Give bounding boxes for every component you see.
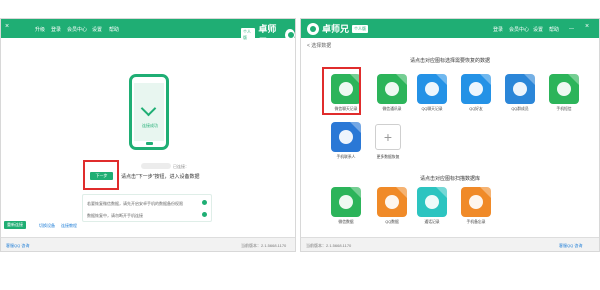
recommend-corner-icon — [396, 187, 407, 198]
tile-label: QQ群成员 — [511, 107, 529, 111]
recommend-corner-icon — [524, 74, 535, 85]
phone-icon — [425, 195, 439, 209]
left-window: × 升级 登录 会员中心 设置 帮助 个人版 卓师兄 连接成功 已连接： 下一步… — [0, 18, 296, 252]
tile-label: QQ好友 — [469, 107, 483, 111]
call-log-tile[interactable] — [417, 187, 447, 217]
recommend-corner-icon — [350, 187, 361, 198]
tile-label: 手机备忘录 — [466, 220, 486, 224]
tip-item: 若要恢复微信数据，请先开启安卓手机的数据备份权限 — [87, 201, 183, 206]
logo-icon — [284, 29, 295, 41]
left-titlebar: × 升级 登录 会员中心 设置 帮助 个人版 卓师兄 — [1, 19, 295, 47]
support-link[interactable]: 客服QQ 咨询 — [6, 243, 29, 249]
tutorial-link[interactable]: 连接教程 — [61, 223, 77, 229]
info-icon — [202, 212, 207, 217]
logo-text: 卓师兄 — [258, 24, 277, 47]
tile-label: QQ数据 — [385, 220, 399, 224]
right-statusbar: 当前版本：2.1.5668.1170 客服QQ 咨询 — [301, 237, 599, 251]
phone-illustration: 连接成功 — [129, 74, 169, 150]
menu-login[interactable]: 登录 — [51, 26, 61, 33]
version-text: 当前版本：2.1.5668.1170 — [241, 243, 287, 248]
next-button[interactable]: 下一步 — [90, 172, 113, 180]
menu-settings[interactable]: 设置 — [533, 26, 543, 33]
device-name-pill — [141, 163, 171, 169]
phone-home-button — [146, 142, 153, 145]
menu-vip[interactable]: 会员中心 — [67, 26, 87, 33]
check-icon — [140, 100, 157, 117]
app-logo: 个人版 卓师兄 — [241, 22, 295, 48]
section-title: 请点击对应图标选择需要恢复的数据 — [409, 58, 490, 64]
wechat-data-tile[interactable] — [331, 187, 361, 217]
back-breadcrumb[interactable]: < 选择数据 — [307, 42, 331, 49]
recommend-corner-icon — [480, 187, 491, 198]
menu-help[interactable]: 帮助 — [549, 26, 559, 33]
highlight-wechat-chat — [322, 67, 361, 115]
edition-badge: 个人版 — [352, 24, 369, 33]
recommend-corner-icon — [396, 74, 407, 85]
recommend-corner-icon — [568, 74, 579, 85]
qq-icon — [425, 82, 439, 96]
group-icon — [513, 82, 527, 96]
qq-friends-tile[interactable] — [461, 74, 491, 104]
chat-bubble-icon — [385, 195, 399, 209]
tile-label: QQ聊天记录 — [421, 107, 443, 111]
recommend-corner-icon — [480, 74, 491, 85]
recommend-corner-icon — [436, 187, 447, 198]
qq-group-tile[interactable] — [505, 74, 535, 104]
recommend-corner-icon — [436, 74, 447, 85]
section-title: 请点击对应图标扫描数据库 — [419, 176, 480, 182]
menu-help[interactable]: 帮助 — [109, 26, 119, 33]
qq-icon — [469, 82, 483, 96]
phone-screen: 连接成功 — [134, 83, 164, 141]
left-statusbar: 客服QQ 咨询 当前版本：2.1.5668.1170 — [1, 237, 295, 251]
sms-tile[interactable] — [549, 74, 579, 104]
recommend-corner-icon — [350, 122, 361, 133]
edition-badge: 个人版 — [241, 28, 256, 42]
qq-chat-tile[interactable] — [417, 74, 447, 104]
qq-data-tile[interactable] — [377, 187, 407, 217]
logo-text: 卓师兄 — [322, 24, 350, 34]
wechat-contacts-tile[interactable] — [377, 74, 407, 104]
tile-label: 微信数据 — [338, 220, 354, 224]
close-icon[interactable]: × — [585, 23, 589, 30]
version-text: 当前版本：2.1.5668.1170 — [306, 243, 352, 248]
message-icon — [557, 82, 571, 96]
support-link[interactable]: 客服QQ 咨询 — [559, 243, 582, 249]
tips-box: 若要恢复微信数据，请先开启安卓手机的数据备份权限 数据恢复中，请勿断开手机连接 — [82, 194, 212, 222]
close-icon[interactable]: × — [5, 23, 9, 30]
minimize-icon[interactable]: — — [569, 26, 574, 32]
menu-vip[interactable]: 会员中心 — [509, 26, 529, 33]
tile-label: 微信通讯录 — [382, 107, 402, 111]
logo-icon — [307, 22, 319, 35]
highlight-next: 下一步 — [83, 160, 119, 190]
wechat-icon — [385, 82, 399, 96]
menu-login[interactable]: 登录 — [493, 26, 503, 33]
reconnect-button[interactable]: 重新连接 — [4, 221, 26, 229]
step-instruction: 请点击"下一步"按钮，进入设备数据 — [121, 174, 200, 180]
menu-upgrade[interactable]: 升级 — [35, 26, 45, 33]
add-data-button[interactable]: + — [375, 124, 401, 150]
switch-device-link[interactable]: 切换设备 — [39, 223, 55, 229]
contacts-tile[interactable] — [331, 122, 361, 152]
connected-label: 已连接： — [173, 164, 189, 169]
right-titlebar: 卓师兄 个人版 登录 会员中心 设置 帮助 — × — [301, 19, 599, 38]
right-window: 卓师兄 个人版 登录 会员中心 设置 帮助 — × < 选择数据 请点击对应图标… — [300, 18, 600, 252]
tile-label: 手机短信 — [556, 107, 572, 111]
info-icon — [202, 200, 207, 205]
app-logo: 卓师兄 个人版 — [307, 22, 369, 35]
wechat-icon — [339, 195, 353, 209]
tile-label: 手机联系人 — [336, 155, 356, 159]
memo-tile[interactable] — [461, 187, 491, 217]
tip-item: 数据恢复中，请勿断开手机连接 — [87, 213, 143, 218]
menu-settings[interactable]: 设置 — [92, 26, 102, 33]
tile-label: 更多数据恢复 — [376, 155, 400, 159]
phone-status-text: 连接成功 — [142, 123, 158, 128]
tile-label: 通话记录 — [424, 220, 440, 224]
contacts-icon — [339, 130, 353, 144]
chat-bubble-icon — [469, 195, 483, 209]
